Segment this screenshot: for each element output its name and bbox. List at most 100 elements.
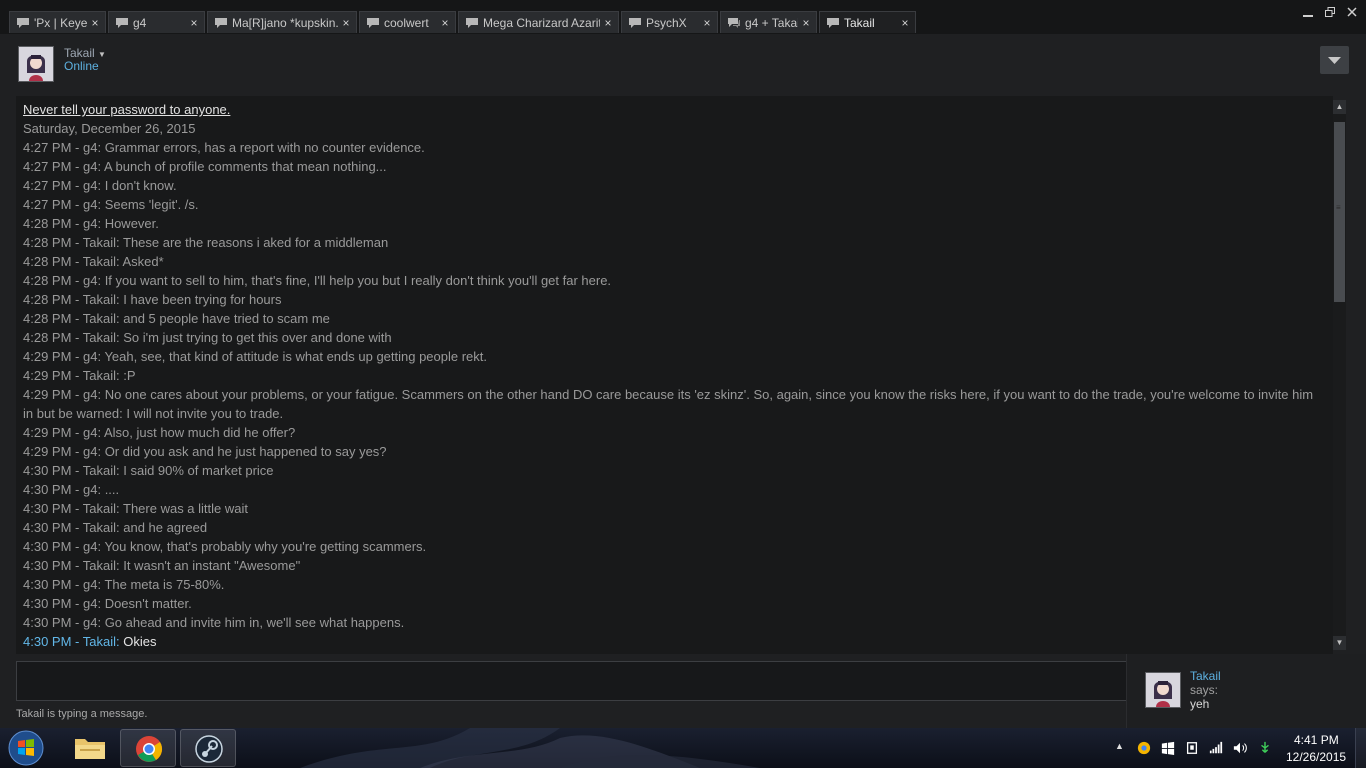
scroll-up-arrow-icon[interactable]: ▲ (1333, 100, 1346, 114)
chat-bubble-icon (367, 17, 379, 28)
close-icon[interactable]: × (186, 16, 202, 30)
chat-message: 4:29 PM - g4: No one cares about your pr… (23, 385, 1323, 423)
chrome-tray-icon[interactable] (1136, 741, 1152, 755)
chat-message: 4:30 PM - Takail: and he agreed (23, 518, 1323, 537)
message-text: Yeah, see, that kind of attitude is what… (104, 349, 488, 364)
chat-tab-active[interactable]: Takail × (819, 11, 916, 33)
message-text: There was a little wait (123, 501, 248, 516)
close-icon[interactable]: × (338, 16, 354, 30)
chat-message: 4:29 PM - Takail: :P (23, 366, 1323, 385)
message-time: 4:27 PM (23, 197, 72, 212)
message-sender: g4 (82, 273, 98, 288)
friend-name[interactable]: Takail (64, 46, 95, 60)
minimize-icon[interactable] (1302, 6, 1314, 18)
message-sender: Takail (82, 558, 116, 573)
chat-tab[interactable]: g4 × (108, 11, 205, 33)
message-text: These are the reasons i aked for a middl… (123, 235, 389, 250)
message-meta: 4:29 PM - g4: (23, 349, 105, 364)
message-text: I don't know. (104, 178, 177, 193)
show-hidden-icons-arrow[interactable]: ▲ (1115, 741, 1124, 751)
chat-options-button[interactable] (1320, 46, 1349, 74)
message-time: 4:27 PM (23, 178, 72, 193)
chat-message: 4:28 PM - Takail: and 5 people have trie… (23, 309, 1323, 328)
message-text: Seems 'legit'. /s. (104, 197, 199, 212)
scroll-down-arrow-icon[interactable]: ▼ (1333, 636, 1346, 650)
chat-scrollbar[interactable]: ▲ ≡ ▼ (1333, 100, 1346, 650)
message-time: 4:29 PM (23, 425, 72, 440)
usb-device-icon[interactable] (1257, 741, 1273, 755)
chat-date: Saturday, December 26, 2015 (23, 121, 196, 136)
message-sender: Takail (82, 634, 116, 649)
close-icon[interactable]: × (798, 16, 814, 30)
tab-label: g4 (133, 15, 147, 30)
message-time: 4:29 PM (23, 444, 72, 459)
close-icon[interactable]: × (600, 16, 616, 30)
close-icon[interactable]: × (437, 16, 453, 30)
close-window-icon[interactable] (1346, 6, 1358, 18)
avatar-image (1146, 673, 1180, 707)
message-text: Or did you ask and he just happened to s… (104, 444, 387, 459)
tab-label: g4 + Takail (745, 15, 798, 30)
message-input[interactable] (16, 661, 1131, 701)
clock-time[interactable]: 4:41 PM (1294, 733, 1339, 747)
tab-label: Ma[R]jano *kupskin.pl (232, 15, 338, 30)
network-signal-icon[interactable] (1208, 741, 1224, 755)
close-icon[interactable]: × (897, 16, 913, 30)
chat-tab[interactable]: Mega Charizard Azarit... × (458, 11, 619, 33)
chat-tab[interactable]: coolwert × (359, 11, 456, 33)
message-sender: g4 (82, 596, 98, 611)
chat-message: 4:28 PM - Takail: These are the reasons … (23, 233, 1323, 252)
chat-tab[interactable]: PsychX × (621, 11, 718, 33)
message-time: 4:30 PM (23, 501, 72, 516)
action-center-flag-icon[interactable] (1184, 741, 1200, 755)
message-sender: g4 (82, 615, 98, 630)
message-meta: 4:28 PM - g4: (23, 216, 105, 231)
close-icon[interactable]: × (699, 16, 715, 30)
message-meta: 4:28 PM - Takail: (23, 330, 124, 345)
restore-icon[interactable] (1324, 6, 1336, 18)
avatar (1145, 672, 1181, 708)
message-sender: Takail (82, 254, 116, 269)
chevron-down-icon (1328, 57, 1341, 64)
message-time: 4:28 PM (23, 235, 72, 250)
chat-tab[interactable]: 'Px | Keyes × (9, 11, 106, 33)
message-text: I said 90% of market price (123, 463, 274, 478)
message-meta: 4:30 PM - g4: (23, 596, 105, 611)
chat-message: 4:29 PM - g4: Also, just how much did he… (23, 423, 1323, 442)
message-text: and he agreed (123, 520, 208, 535)
message-time: 4:30 PM (23, 596, 72, 611)
message-text: Grammar errors, has a report with no cou… (104, 140, 425, 155)
message-time: 4:30 PM (23, 577, 72, 592)
close-icon[interactable]: × (87, 16, 103, 30)
start-button[interactable] (6, 729, 46, 767)
notification-message: yeh (1190, 697, 1210, 711)
message-text: Okies (123, 634, 157, 649)
windows-logo-tray-icon[interactable] (1160, 741, 1176, 755)
avatar[interactable] (18, 46, 54, 82)
window-controls (1302, 6, 1358, 18)
message-meta: 4:27 PM - g4: (23, 197, 105, 212)
message-time: 4:28 PM (23, 273, 72, 288)
scrollbar-thumb[interactable]: ≡ (1334, 122, 1345, 302)
dropdown-caret-icon[interactable]: ▼ (98, 50, 106, 59)
taskbar-app-file-explorer[interactable] (62, 729, 118, 767)
message-meta: 4:28 PM - Takail: (23, 311, 124, 326)
taskbar-app-chrome[interactable] (120, 729, 176, 767)
chat-message: 4:27 PM - g4: A bunch of profile comment… (23, 157, 1323, 176)
taskbar-app-steam[interactable] (180, 729, 236, 767)
message-meta: 4:30 PM - g4: (23, 539, 105, 554)
show-desktop-button[interactable] (1355, 728, 1366, 768)
message-text: Doesn't matter. (104, 596, 192, 611)
avatar-image (19, 47, 53, 81)
message-time: 4:30 PM (23, 558, 72, 573)
chat-tab[interactable]: Ma[R]jano *kupskin.pl × (207, 11, 357, 33)
message-time: 4:30 PM (23, 520, 72, 535)
clock-date[interactable]: 12/26/2015 (1286, 750, 1346, 764)
chat-tab-strip: 'Px | Keyes × g4 × Ma[R]jano *kupskin.pl… (0, 0, 1366, 34)
chat-message: 4:30 PM - Takail: It wasn't an instant "… (23, 556, 1323, 575)
volume-icon[interactable] (1232, 741, 1248, 755)
chat-tab[interactable]: g4 + Takail × (720, 11, 817, 33)
message-sender: g4 (82, 216, 98, 231)
chat-message: 4:27 PM - g4: Grammar errors, has a repo… (23, 138, 1323, 157)
message-notification[interactable]: Takail says: yeh (1126, 654, 1366, 728)
